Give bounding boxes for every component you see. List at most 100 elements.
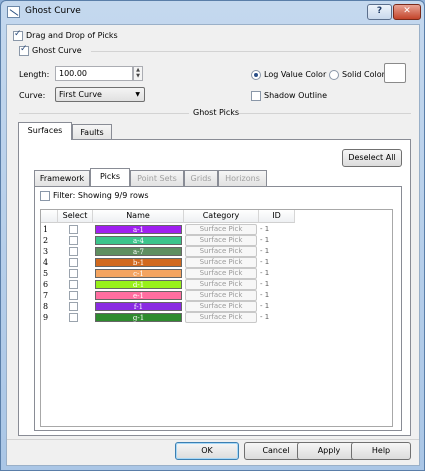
ghost-curve-group-line xyxy=(91,51,411,52)
pick-name-cell[interactable]: a-7 xyxy=(95,247,182,256)
tab-faults[interactable]: Faults xyxy=(72,124,112,140)
col-header-name[interactable]: Name xyxy=(93,210,184,223)
subtab-point-sets: Point Sets xyxy=(130,170,184,186)
subtab-grids: Grids xyxy=(184,170,218,186)
row-select-checkbox[interactable] xyxy=(69,236,78,245)
pick-id-cell: - 1 xyxy=(260,280,270,288)
curve-dropdown[interactable]: First Curve ▼ xyxy=(55,87,145,102)
col-header-category[interactable]: Category xyxy=(184,210,259,223)
pick-category-cell: Surface Pick xyxy=(185,235,257,246)
pick-name-cell[interactable]: e-1 xyxy=(95,291,182,300)
pick-name-cell[interactable]: a-4 xyxy=(95,236,182,245)
log-value-color-radio[interactable] xyxy=(251,70,261,80)
log-value-color-label: Log Value Color xyxy=(264,70,327,79)
chevron-down-icon: ▼ xyxy=(135,91,140,98)
pick-id-cell: - 1 xyxy=(260,258,270,266)
row-number: 3 xyxy=(43,247,49,256)
row-number: 2 xyxy=(43,236,49,245)
row-header-corner xyxy=(41,210,58,223)
table-row[interactable]: 9 g-1 Surface Pick - 1 xyxy=(41,312,301,323)
pick-id-cell: - 1 xyxy=(260,313,270,321)
pick-name-cell[interactable]: f-1 xyxy=(95,302,182,311)
row-number: 1 xyxy=(43,225,49,234)
pick-id-cell: - 1 xyxy=(260,269,270,277)
table-row[interactable]: 3 a-7 Surface Pick - 1 xyxy=(41,246,301,257)
row-select-checkbox[interactable] xyxy=(69,313,78,322)
table-row[interactable]: 8 f-1 Surface Pick - 1 xyxy=(41,301,301,312)
length-spinner[interactable]: ▲ ▼ xyxy=(133,66,143,81)
pick-id-cell: - 1 xyxy=(260,291,270,299)
title-bar: Ghost Curve ? ✕ xyxy=(1,1,424,23)
pick-id-cell: - 1 xyxy=(260,236,270,244)
col-header-select[interactable]: Select xyxy=(58,210,93,223)
ok-button[interactable]: OK xyxy=(175,442,239,460)
table-row[interactable]: 7 e-1 Surface Pick - 1 xyxy=(41,290,301,301)
pick-category-cell: Surface Pick xyxy=(185,279,257,290)
drag-drop-label: Drag and Drop of Picks xyxy=(26,31,118,40)
table-row[interactable]: 4 b-1 Surface Pick - 1 xyxy=(41,257,301,268)
close-button[interactable]: ✕ xyxy=(393,4,421,20)
picks-table: Select Name Category ID 1 a-1 Surface Pick… xyxy=(40,209,393,427)
pick-id-cell: - 1 xyxy=(260,247,270,255)
table-row[interactable]: 5 c-1 Surface Pick - 1 xyxy=(41,268,301,279)
solid-color-radio[interactable] xyxy=(329,70,339,80)
subtab-picks[interactable]: Picks xyxy=(90,168,130,186)
dialog-client: Drag and Drop of Picks Ghost Curve Lengt… xyxy=(6,24,420,466)
picks-panel: Filter: Showing 9/9 rows Select Name Cat… xyxy=(34,186,402,431)
pick-category-cell: Surface Pick xyxy=(185,224,257,235)
table-row[interactable]: 1 a-1 Surface Pick - 1 xyxy=(41,224,301,235)
curve-dropdown-value: First Curve xyxy=(59,90,102,99)
pick-name-cell[interactable]: a-1 xyxy=(95,225,182,234)
pick-category-cell: Surface Pick xyxy=(185,301,257,312)
length-input[interactable]: 100.00 xyxy=(55,66,133,81)
solid-color-swatch[interactable] xyxy=(384,63,406,83)
filter-label: Filter: Showing 9/9 rows xyxy=(53,191,149,200)
curve-label: Curve: xyxy=(19,91,46,100)
row-number: 4 xyxy=(43,258,49,267)
row-number: 8 xyxy=(43,302,49,311)
subtab-horizons: Horizons xyxy=(218,170,267,186)
shadow-outline-checkbox[interactable] xyxy=(251,91,261,101)
pick-name-cell[interactable]: g-1 xyxy=(95,313,182,322)
help-button[interactable]: Help xyxy=(351,442,411,460)
filter-checkbox[interactable] xyxy=(40,191,50,201)
pick-category-cell: Surface Pick xyxy=(185,268,257,279)
subtab-framework[interactable]: Framework xyxy=(34,170,90,186)
row-select-checkbox[interactable] xyxy=(69,247,78,256)
row-number: 6 xyxy=(43,280,49,289)
ghost-curve-checkbox[interactable] xyxy=(19,44,29,56)
table-row[interactable]: 2 a-4 Surface Pick - 1 xyxy=(41,235,301,246)
length-label: Length: xyxy=(19,70,50,79)
dialog-window: Ghost Curve ? ✕ Drag and Drop of Picks G… xyxy=(0,0,425,471)
row-number: 9 xyxy=(43,313,49,322)
deselect-all-button[interactable]: Deselect All xyxy=(342,149,402,167)
row-select-checkbox[interactable] xyxy=(69,280,78,289)
ghost-picks-line-right xyxy=(239,113,411,114)
ghost-curve-label: Ghost Curve xyxy=(32,46,82,55)
pick-name-cell[interactable]: c-1 xyxy=(95,269,182,278)
row-select-checkbox[interactable] xyxy=(69,258,78,267)
pick-name-cell[interactable]: d-1 xyxy=(95,280,182,289)
row-select-checkbox[interactable] xyxy=(69,269,78,278)
pick-category-cell: Surface Pick xyxy=(185,246,257,257)
row-select-checkbox[interactable] xyxy=(69,302,78,311)
help-title-button[interactable]: ? xyxy=(367,4,392,20)
row-select-checkbox[interactable] xyxy=(69,225,78,234)
ghost-picks-line-left xyxy=(19,113,189,114)
surfaces-panel: Deselect All Framework Picks Point Sets … xyxy=(18,139,411,436)
pick-category-cell: Surface Pick xyxy=(185,290,257,301)
window-title: Ghost Curve xyxy=(25,6,81,16)
row-number: 5 xyxy=(43,269,49,278)
curve-app-icon xyxy=(7,6,20,18)
tab-surfaces[interactable]: Surfaces xyxy=(18,122,72,140)
shadow-outline-label: Shadow Outline xyxy=(264,91,328,100)
pick-category-cell: Surface Pick xyxy=(185,257,257,268)
row-number: 7 xyxy=(43,291,49,300)
pick-category-cell: Surface Pick xyxy=(185,312,257,323)
row-select-checkbox[interactable] xyxy=(69,291,78,300)
pick-name-cell[interactable]: b-1 xyxy=(95,258,182,267)
col-header-id[interactable]: ID xyxy=(259,210,295,223)
solid-color-label: Solid Color xyxy=(342,70,385,79)
drag-drop-checkbox[interactable] xyxy=(13,29,23,41)
table-row[interactable]: 6 d-1 Surface Pick - 1 xyxy=(41,279,301,290)
